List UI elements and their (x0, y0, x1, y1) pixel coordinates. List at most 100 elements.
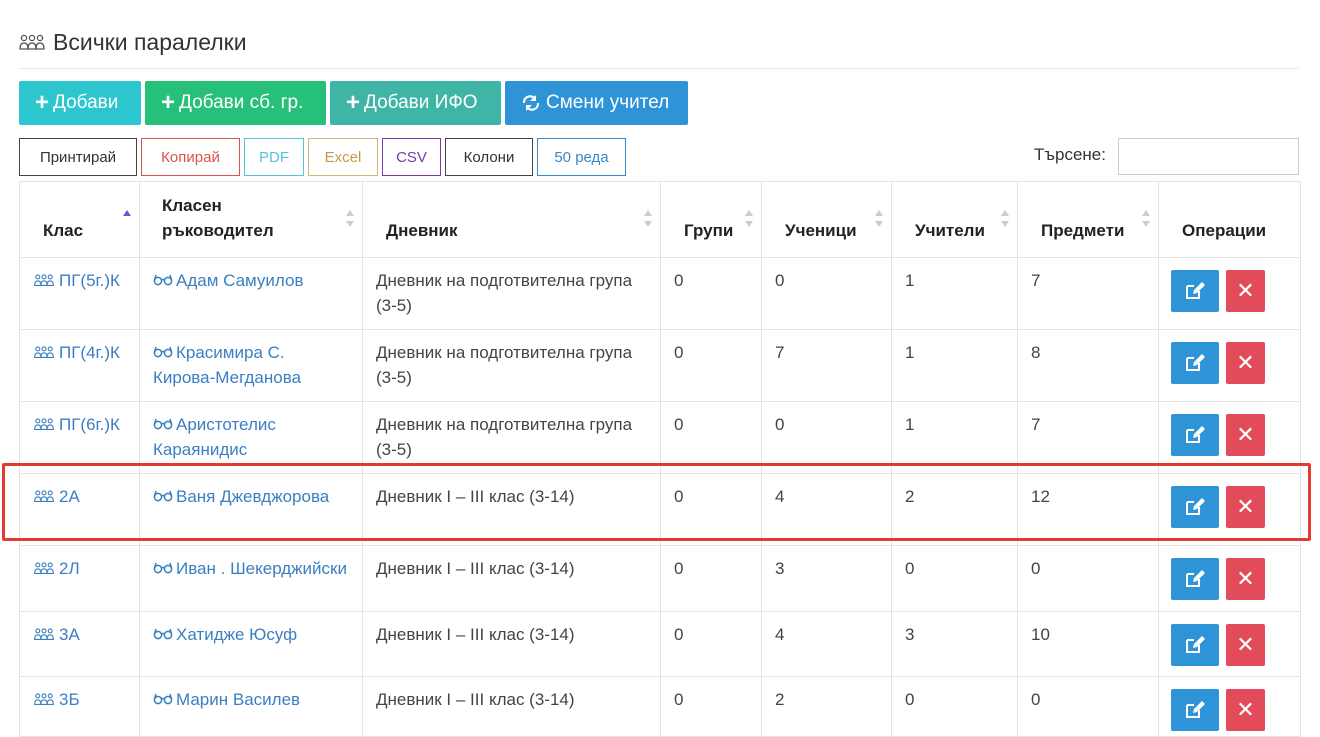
delete-button[interactable]: ✕ (1226, 270, 1265, 312)
cell-teachers: 2 (891, 473, 1018, 546)
cell-teacher: Красимира С. Кирова-Мегданова (139, 329, 363, 402)
edit-button[interactable] (1171, 414, 1219, 456)
class-link[interactable]: ПГ(6г.)К (33, 415, 120, 434)
table-row: 2Л Иван . Шекерджийски Дневник I – III кла… (19, 545, 1301, 612)
cell-subjects: 8 (1017, 329, 1159, 402)
edit-button[interactable] (1171, 558, 1219, 600)
pdf-button[interactable]: PDF (244, 138, 304, 176)
class-link[interactable]: 2Л (33, 559, 80, 578)
cell-class: 3А (19, 611, 140, 677)
col-header-groups[interactable]: Групи (660, 181, 762, 258)
col-header-subjects[interactable]: Предмети (1017, 181, 1159, 258)
cell-operations: ✕ (1158, 676, 1301, 737)
delete-button[interactable]: ✕ (1226, 414, 1265, 456)
cell-groups: 0 (660, 257, 762, 330)
cell-groups: 0 (660, 473, 762, 546)
cell-groups: 0 (660, 676, 762, 737)
delete-icon: ✕ (1236, 632, 1255, 657)
delete-button[interactable]: ✕ (1226, 689, 1265, 731)
cell-subjects: 0 (1017, 545, 1159, 612)
cell-teachers: 1 (891, 401, 1018, 474)
cell-operations: ✕ (1158, 401, 1301, 474)
search-label: Търсене: (1034, 145, 1106, 164)
glasses-icon (153, 418, 173, 430)
edit-button[interactable] (1171, 486, 1219, 528)
search-input[interactable] (1118, 138, 1299, 175)
sort-icon (346, 210, 354, 230)
cell-diary: Дневник на подготвителна група (3-5) (362, 329, 661, 402)
class-link[interactable]: ПГ(4г.)К (33, 343, 120, 362)
class-link[interactable]: ПГ(5г.)К (33, 271, 120, 290)
teacher-link[interactable]: Аристотелис Караянидис (153, 415, 276, 459)
columns-button[interactable]: Колони (445, 138, 533, 176)
delete-button[interactable]: ✕ (1226, 558, 1265, 600)
table-row: ПГ(4г.)К Красимира С. Кирова-Мегданова Дне… (19, 329, 1301, 402)
col-header-students[interactable]: Ученици (761, 181, 892, 258)
col-header-diary[interactable]: Дневник (362, 181, 661, 258)
cell-groups: 0 (660, 401, 762, 474)
cell-students: 4 (761, 611, 892, 677)
class-link[interactable]: 2А (33, 487, 80, 506)
cell-diary: Дневник на подготвителна група (3-5) (362, 257, 661, 330)
cell-subjects: 7 (1017, 257, 1159, 330)
plus-icon: + (35, 89, 50, 116)
page-length-button[interactable]: 50 реда (537, 138, 626, 176)
cell-students: 0 (761, 257, 892, 330)
delete-icon: ✕ (1236, 350, 1255, 375)
teacher-link[interactable]: Иван . Шекерджийски (153, 559, 347, 578)
cell-students: 7 (761, 329, 892, 402)
cell-teachers: 1 (891, 329, 1018, 402)
glasses-icon (153, 274, 173, 286)
change-teacher-button[interactable]: Смени учител (505, 81, 688, 125)
cell-diary: Дневник I – III клас (3-14) (362, 611, 661, 677)
col-header-class[interactable]: Клас (19, 181, 140, 258)
edit-button[interactable] (1171, 689, 1219, 731)
teacher-link[interactable]: Хатидже Юсуф (153, 625, 297, 644)
cell-operations: ✕ (1158, 329, 1301, 402)
class-link[interactable]: 3Б (33, 690, 80, 709)
add-ifo-button[interactable]: + Добави ИФО (330, 81, 501, 125)
edit-button[interactable] (1171, 624, 1219, 666)
col-header-teachers[interactable]: Учители (891, 181, 1018, 258)
glasses-icon (153, 693, 173, 705)
print-button[interactable]: Принтирай (19, 138, 137, 176)
cell-teachers: 0 (891, 545, 1018, 612)
class-link[interactable]: 3А (33, 625, 80, 644)
divider (19, 68, 1299, 69)
plus-icon: + (346, 89, 361, 116)
teacher-link[interactable]: Марин Василев (153, 690, 300, 709)
excel-button[interactable]: Excel (308, 138, 378, 176)
cell-operations: ✕ (1158, 545, 1301, 612)
cell-students: 3 (761, 545, 892, 612)
teacher-link[interactable]: Ваня Джевджорова (153, 487, 329, 506)
sort-asc-icon (123, 210, 131, 230)
cell-class: ПГ(4г.)К (19, 329, 140, 402)
cell-class: ПГ(5г.)К (19, 257, 140, 330)
copy-button[interactable]: Копирай (141, 138, 240, 176)
table-row: 3Б Марин Василев Дневник I – III клас (3-1… (19, 676, 1301, 737)
table-row: 3А Хатидже Юсуф Дневник I – III клас (3-14… (19, 611, 1301, 677)
csv-button[interactable]: CSV (382, 138, 441, 176)
edit-button[interactable] (1171, 270, 1219, 312)
add-button[interactable]: + Добави (19, 81, 141, 125)
cell-teachers: 0 (891, 676, 1018, 737)
group-icon (34, 274, 54, 286)
teacher-link[interactable]: Адам Самуилов (153, 271, 304, 290)
edit-icon (1186, 498, 1205, 515)
table-row: ПГ(5г.)К Адам Самуилов Дневник на подготви… (19, 257, 1301, 330)
teacher-link[interactable]: Красимира С. Кирова-Мегданова (153, 343, 301, 387)
delete-icon: ✕ (1236, 494, 1255, 519)
delete-button[interactable]: ✕ (1226, 624, 1265, 666)
cell-diary: Дневник на подготвителна група (3-5) (362, 401, 661, 474)
cell-subjects: 7 (1017, 401, 1159, 474)
edit-button[interactable] (1171, 342, 1219, 384)
cell-diary: Дневник I – III клас (3-14) (362, 545, 661, 612)
add-group-button[interactable]: + Добави сб. гр. (145, 81, 326, 125)
delete-button[interactable]: ✕ (1226, 486, 1265, 528)
col-header-teacher[interactable]: Класен ръководител (139, 181, 363, 258)
edit-icon (1186, 282, 1205, 299)
delete-button[interactable]: ✕ (1226, 342, 1265, 384)
cell-class: 2Л (19, 545, 140, 612)
group-icon (34, 490, 54, 502)
glasses-icon (153, 490, 173, 502)
